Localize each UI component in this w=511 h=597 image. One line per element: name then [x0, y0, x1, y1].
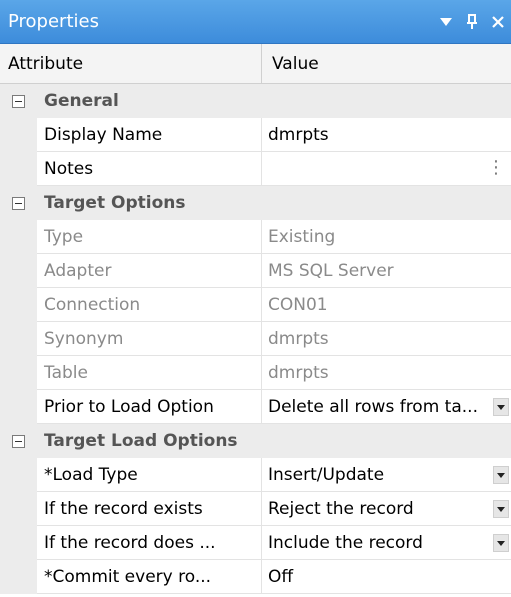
dropdown-menu-icon[interactable] [433, 0, 459, 44]
dropdown-arrow-icon[interactable] [493, 398, 509, 416]
property-value: MS SQL Server [262, 254, 511, 288]
row-gutter [0, 526, 37, 560]
row-gutter [0, 288, 37, 322]
property-value[interactable]: Insert/Update [262, 458, 511, 492]
category-label: General [44, 91, 119, 111]
property-row[interactable]: Prior to Load Option Delete all rows from… [0, 390, 511, 424]
property-value: Existing [262, 220, 511, 254]
property-name: *Load Type [37, 458, 262, 492]
property-name: If the record does ... [37, 526, 262, 560]
property-value-text: Insert/Update [268, 464, 385, 485]
collapse-icon[interactable] [0, 94, 37, 108]
category-label: Target Load Options [44, 431, 238, 451]
row-gutter [0, 152, 37, 186]
category-header[interactable]: Target Load Options [0, 424, 511, 458]
category-label: Target Options [44, 193, 186, 213]
column-header: Attribute Value [0, 44, 511, 84]
property-value-text: Delete all rows from ta... [268, 396, 478, 417]
property-value-text: dmrpts [268, 124, 329, 145]
property-value[interactable]: Reject the record [262, 492, 511, 526]
property-row[interactable]: *Commit every ro... Off [0, 560, 511, 594]
property-row[interactable]: Notes ⋮ [0, 152, 511, 186]
property-value[interactable]: Include the record [262, 526, 511, 560]
property-name: Notes [37, 152, 262, 186]
row-gutter [0, 118, 37, 152]
property-row[interactable]: Type Existing [0, 220, 511, 254]
property-row[interactable]: Synonym dmrpts [0, 322, 511, 356]
property-value[interactable]: dmrpts [262, 118, 511, 152]
value-column-header[interactable]: Value [262, 44, 319, 83]
pin-icon[interactable] [459, 0, 485, 44]
property-value[interactable]: Delete all rows from ta... [262, 390, 511, 424]
property-value-text: CON01 [268, 294, 328, 315]
row-gutter [0, 492, 37, 526]
row-gutter [0, 458, 37, 492]
property-value[interactable]: ⋮ [262, 152, 511, 186]
row-gutter [0, 220, 37, 254]
property-value-text: Off [268, 566, 294, 587]
category-header[interactable]: General [0, 84, 511, 118]
property-row[interactable]: Connection CON01 [0, 288, 511, 322]
property-row[interactable]: Table dmrpts [0, 356, 511, 390]
property-value: dmrpts [262, 322, 511, 356]
property-value-text: Existing [268, 226, 336, 247]
property-name: Type [37, 220, 262, 254]
panel-titlebar: Properties [0, 0, 511, 44]
more-options-icon[interactable]: ⋮ [487, 158, 505, 178]
property-value-text: Include the record [268, 532, 423, 553]
row-gutter [0, 322, 37, 356]
dropdown-arrow-icon[interactable] [493, 466, 509, 484]
close-icon[interactable] [485, 0, 511, 44]
property-name: Prior to Load Option [37, 390, 262, 424]
property-row[interactable]: *Load Type Insert/Update [0, 458, 511, 492]
property-value-text: MS SQL Server [268, 260, 394, 281]
property-name: Table [37, 356, 262, 390]
row-gutter [0, 356, 37, 390]
property-value-text: Reject the record [268, 498, 414, 519]
property-value-text: dmrpts [268, 362, 329, 383]
collapse-icon[interactable] [0, 196, 37, 210]
property-row[interactable]: Display Name dmrpts [0, 118, 511, 152]
row-gutter [0, 254, 37, 288]
property-row[interactable]: If the record exists Reject the record [0, 492, 511, 526]
property-row[interactable]: If the record does ... Include the record [0, 526, 511, 560]
row-gutter [0, 390, 37, 424]
property-value: CON01 [262, 288, 511, 322]
property-name: Display Name [37, 118, 262, 152]
property-value-text: dmrpts [268, 328, 329, 349]
attribute-column-header[interactable]: Attribute [0, 44, 262, 83]
properties-panel: Properties Attribute Value General Displa… [0, 0, 511, 597]
property-value[interactable]: Off [262, 560, 511, 594]
property-value: dmrpts [262, 356, 511, 390]
dropdown-arrow-icon[interactable] [493, 534, 509, 552]
collapse-icon[interactable] [0, 434, 37, 448]
property-name: *Commit every ro... [37, 560, 262, 594]
dropdown-arrow-icon[interactable] [493, 500, 509, 518]
property-name: If the record exists [37, 492, 262, 526]
category-header[interactable]: Target Options [0, 186, 511, 220]
property-name: Synonym [37, 322, 262, 356]
property-name: Connection [37, 288, 262, 322]
property-grid: General Display Name dmrpts Notes ⋮ Target Op… [0, 84, 511, 594]
property-row[interactable]: Adapter MS SQL Server [0, 254, 511, 288]
row-gutter [0, 560, 37, 594]
panel-title: Properties [8, 11, 99, 32]
property-name: Adapter [37, 254, 262, 288]
